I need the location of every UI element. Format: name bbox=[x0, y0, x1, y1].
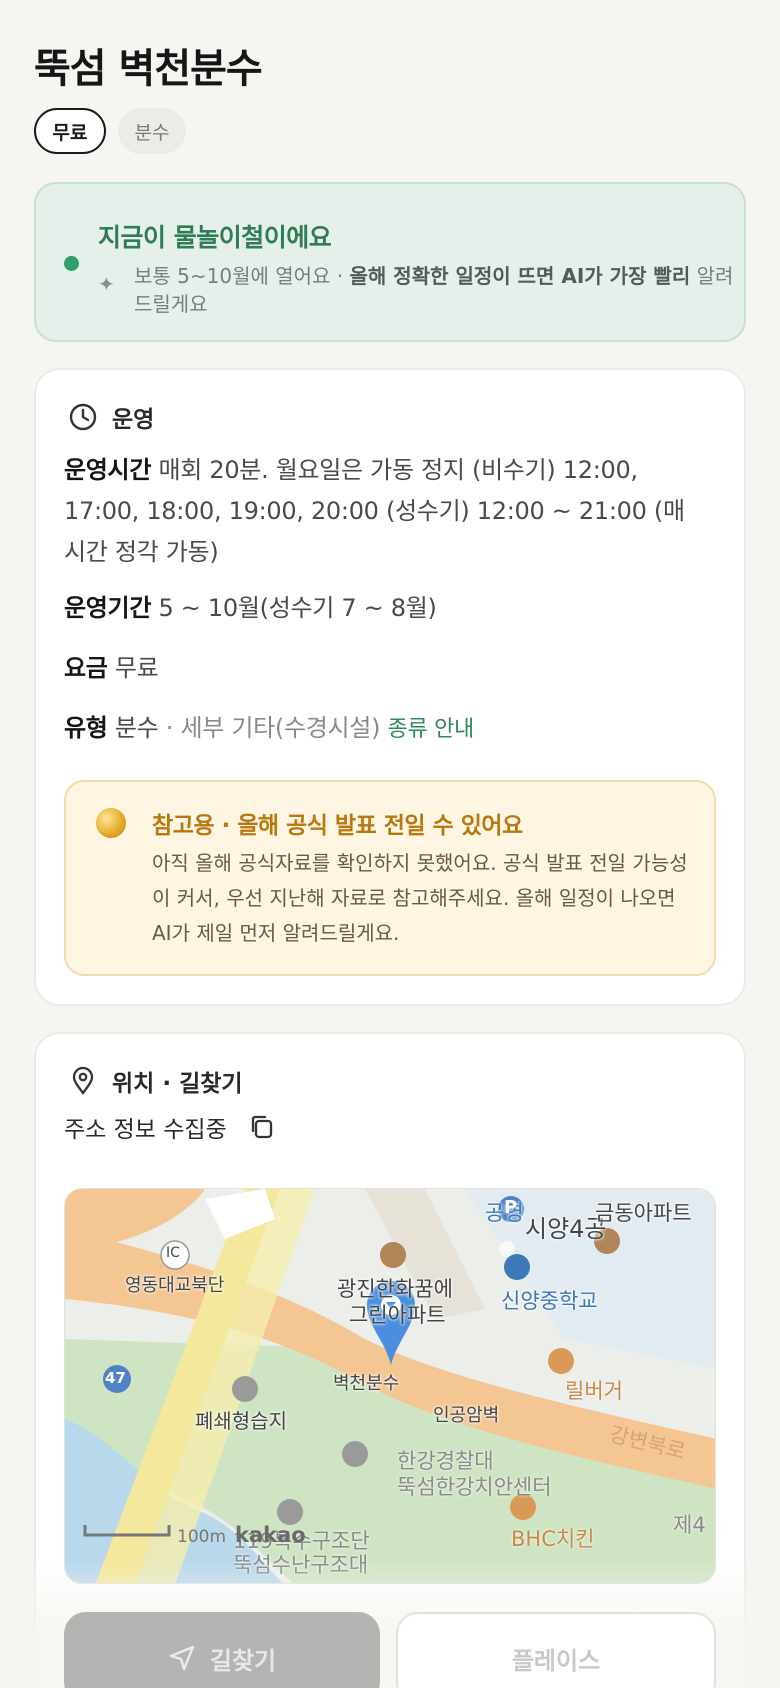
operation-card: 운영 운영시간 매회 20분. 월요일은 가동 정지 (비수기) 12:00, … bbox=[34, 368, 746, 1006]
address-row: 주소 정보 수집중 bbox=[64, 1110, 277, 1144]
chip-free[interactable]: 무료 bbox=[34, 108, 106, 154]
page: 뚝섬 벽천분수 무료 분수 지금이 물놀이철이에요 ✦ 보통 5~10월에 열어… bbox=[0, 0, 780, 1688]
type-guide-link[interactable]: 종류 안내 bbox=[388, 717, 475, 742]
season-heading: 지금이 물놀이철이에요 bbox=[98, 223, 332, 252]
season-banner: 지금이 물놀이철이에요 ✦ 보통 5~10월에 열어요 · 올해 정확한 일정이… bbox=[34, 182, 746, 342]
pin-icon bbox=[72, 1066, 94, 1095]
location-card: 위치 · 길찾기 주소 정보 수집중 IC 영동대교북단 47 폐쇄형습지 광진… bbox=[34, 1032, 746, 1688]
navigation-arrow-icon bbox=[169, 1645, 195, 1671]
season-note: 보통 5~10월에 열어요 · 올해 정확한 일정이 뜨면 AI가 가장 빨리 … bbox=[134, 262, 734, 318]
map-label-je4: 제4 bbox=[673, 1513, 706, 1537]
map-label-ic: IC bbox=[166, 1245, 180, 1261]
map-label-geumdong: 금동아파트 bbox=[595, 1201, 692, 1225]
place-button[interactable]: 플레이스 bbox=[396, 1612, 716, 1688]
notice-heading: 참고용 · 올해 공식 발표 전일 수 있어요 bbox=[152, 813, 523, 839]
clock-icon bbox=[69, 403, 97, 431]
map-label-wetland: 폐쇄형습지 bbox=[195, 1409, 287, 1433]
fee-value: 무료 bbox=[114, 654, 159, 682]
type-key: 유형 bbox=[64, 714, 108, 742]
copy-icon[interactable] bbox=[247, 1112, 277, 1142]
map-label-school: 신양중학교 bbox=[501, 1289, 598, 1313]
map-label-burger: 릴버거 bbox=[565, 1379, 623, 1403]
notice-orb-icon bbox=[96, 808, 126, 838]
operation-header: 운영 bbox=[68, 400, 154, 434]
fee-row: 요금 무료 bbox=[64, 648, 704, 689]
route-button-label: 길찾기 bbox=[209, 1646, 277, 1675]
location-header: 위치 · 길찾기 bbox=[68, 1064, 243, 1098]
fee-key: 요금 bbox=[64, 654, 108, 682]
hours-value: 매회 20분. 월요일은 가동 정지 (비수기) 12:00, 17:00, 1… bbox=[64, 456, 685, 566]
map-marker-label: 벽천분수 bbox=[333, 1373, 400, 1394]
map-label-gwangjin2: 그린아파트 bbox=[349, 1303, 446, 1327]
period-key: 운영기간 bbox=[64, 594, 152, 622]
map-label-parking: P bbox=[504, 1197, 518, 1218]
hours-row: 운영시간 매회 20분. 월요일은 가동 정지 (비수기) 12:00, 17:… bbox=[64, 450, 704, 573]
hours-key: 운영시간 bbox=[64, 456, 152, 484]
sparkle-icon: ✦ bbox=[98, 272, 115, 296]
map-view[interactable]: IC 영동대교북단 47 폐쇄형습지 광진한화꿈에 그린아파트 벽천분수 인공암… bbox=[64, 1188, 716, 1584]
reference-notice: 참고용 · 올해 공식 발표 전일 수 있어요 아직 올해 공식자료를 확인하지… bbox=[64, 780, 716, 976]
type-sub: · 세부 기타(수경시설) bbox=[158, 714, 381, 742]
route-button[interactable]: 길찾기 bbox=[64, 1612, 380, 1688]
kakao-logo: kakao bbox=[235, 1523, 306, 1547]
map-label-bhc: BHC치킨 bbox=[511, 1527, 595, 1551]
type-value: 분수 bbox=[114, 714, 159, 742]
type-row: 유형 분수 · 세부 기타(수경시설) 종류 안내 bbox=[64, 708, 704, 750]
status-dot bbox=[64, 256, 79, 271]
period-row: 운영기간 5 ~ 10월(성수기 7 ~ 8월) bbox=[64, 588, 704, 629]
map-scale-label: 100m bbox=[177, 1527, 227, 1547]
map-label-rockwall: 인공암벽 bbox=[433, 1405, 500, 1426]
map-label-police2: 뚝섬한강치안센터 bbox=[397, 1475, 552, 1499]
place-button-label: 플레이스 bbox=[511, 1646, 601, 1675]
location-heading: 위치 · 길찾기 bbox=[112, 1071, 243, 1097]
season-note-prefix: 보통 5~10월에 열어요 · bbox=[134, 264, 350, 288]
operation-heading: 운영 bbox=[112, 407, 155, 433]
map-label-yeongdong: 영동대교북단 bbox=[125, 1275, 225, 1296]
page-title: 뚝섬 벽천분수 bbox=[34, 46, 263, 92]
notice-body: 아직 올해 공식자료를 확인하지 못했어요. 공식 발표 전일 가능성이 커서,… bbox=[152, 851, 688, 945]
period-value: 5 ~ 10월(성수기 7 ~ 8월) bbox=[158, 594, 437, 622]
map-label-route47: 47 bbox=[105, 1369, 126, 1387]
map-label-rescue2: 뚝섬수난구조대 bbox=[233, 1553, 369, 1577]
chip-fountain[interactable]: 분수 bbox=[118, 108, 186, 154]
season-note-bold: 올해 정확한 일정이 뜨면 AI가 가장 빨리 bbox=[349, 264, 691, 288]
address-text: 주소 정보 수집중 bbox=[64, 1117, 227, 1143]
